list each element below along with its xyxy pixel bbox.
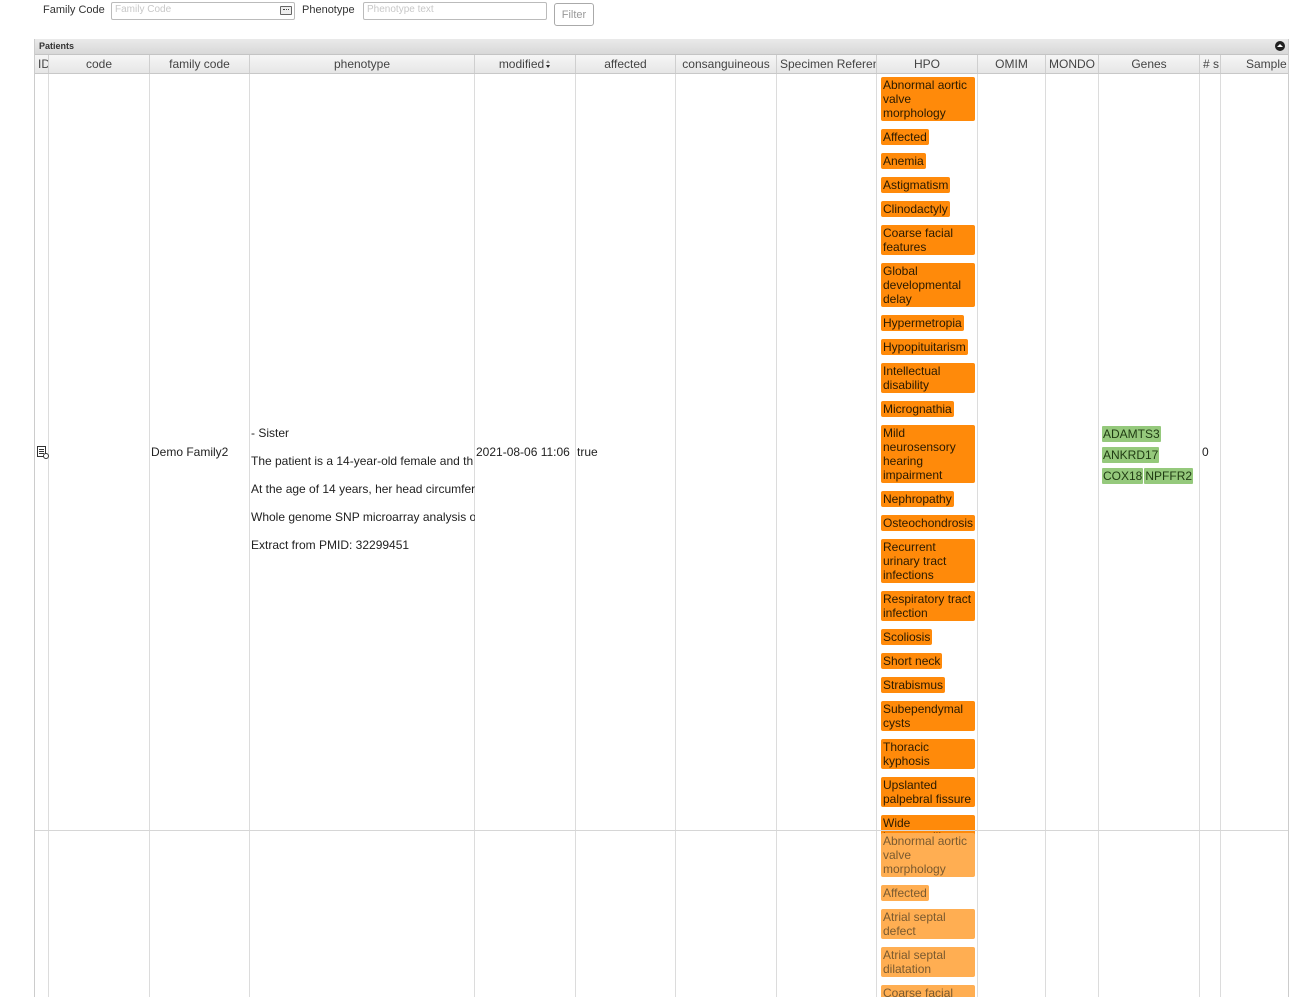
hpo-tag[interactable]: Global developmental delay: [881, 263, 975, 307]
phenotype-cell: - Sister The patient is a 14-year-old fe…: [251, 426, 475, 566]
gene-tag[interactable]: NPFFR2: [1144, 468, 1194, 484]
phenotype-line: - Sister: [251, 426, 290, 440]
family-code-placeholder: Family Code: [115, 4, 172, 15]
hpo-tag[interactable]: Strabismus: [881, 677, 946, 693]
column-header-omim[interactable]: OMIM: [978, 55, 1046, 73]
gene-tag[interactable]: COX18: [1102, 468, 1144, 484]
grid-titlebar: Patients: [35, 39, 1288, 55]
hpo-tag[interactable]: Abnormal aortic valve morphology: [881, 833, 975, 877]
column-header-row: ID code family code phenotype modified a…: [35, 55, 1288, 74]
column-header-id[interactable]: ID: [35, 55, 49, 73]
phenotype-line: Extract from PMID: 32299451: [251, 538, 410, 552]
column-header-code[interactable]: code: [49, 55, 150, 73]
family-code-label: Family Code: [43, 4, 105, 16]
hpo-tag[interactable]: Subependymal cysts: [881, 701, 975, 731]
phenotype-label: Phenotype: [302, 4, 355, 16]
family-code-cell: Demo Family2: [151, 445, 229, 459]
hpo-tag[interactable]: Coarse facial features: [881, 225, 975, 255]
phenotype-line: At the age of 14 years, her head circumf…: [251, 482, 475, 496]
hpo-tag[interactable]: Intellectual disability: [881, 363, 975, 393]
hpo-tag[interactable]: Hypopituitarism: [881, 339, 968, 355]
column-header-genes[interactable]: Genes: [1099, 55, 1200, 73]
hpo-tag[interactable]: Affected: [881, 129, 929, 145]
phenotype-line: The patient is a 14-year-old female and …: [251, 454, 474, 468]
column-header-hpo[interactable]: HPO: [877, 55, 978, 73]
hpo-cell: Abnormal aortic valve morphology Affecte…: [881, 833, 977, 997]
grid-title: Patients: [39, 41, 75, 51]
column-header-mondo[interactable]: MONDO: [1046, 55, 1099, 73]
column-header-family-code[interactable]: family code: [150, 55, 250, 73]
column-header-num-samples[interactable]: # s: [1200, 55, 1221, 73]
affected-cell: true: [577, 445, 598, 459]
column-header-modified[interactable]: modified: [475, 55, 576, 73]
family-code-input[interactable]: Family Code: [111, 2, 295, 20]
hpo-tag[interactable]: Coarse facial: [881, 985, 975, 997]
hpo-tag[interactable]: Nephropathy: [881, 491, 954, 507]
hpo-tag[interactable]: Upslanted palpebral fissure: [881, 777, 975, 807]
hpo-tag[interactable]: Hypermetropia: [881, 315, 964, 331]
modified-cell: 2021-08-06 11:06: [476, 445, 570, 459]
patients-grid: Patients ID code family code phenotype m…: [34, 39, 1289, 997]
hpo-tag[interactable]: Thoracic kyphosis: [881, 739, 975, 769]
phenotype-line: Whole genome SNP microarray analysis o: [251, 510, 475, 524]
hpo-tag[interactable]: Affected: [881, 885, 929, 901]
phenotype-input[interactable]: Phenotype text: [363, 2, 547, 20]
filter-button[interactable]: Filter: [554, 3, 594, 26]
hpo-tag[interactable]: Abnormal aortic valve morphology: [881, 77, 975, 121]
hpo-tag[interactable]: Recurrent urinary tract infections: [881, 539, 975, 583]
num-samples-cell: 0: [1202, 445, 1209, 459]
column-header-specimen-reference[interactable]: Specimen Reference: [777, 55, 877, 73]
hpo-tag[interactable]: Mild neurosensory hearing impairment: [881, 425, 975, 483]
hpo-tag[interactable]: Micrognathia: [881, 401, 954, 417]
filter-bar: Family Code Family Code Phenotype Phenot…: [0, 0, 1310, 36]
grid-body: Demo Family2 - Sister The patient is a 1…: [35, 74, 1288, 997]
collapse-icon[interactable]: [1275, 41, 1285, 51]
column-header-phenotype[interactable]: phenotype: [250, 55, 475, 73]
hpo-tag[interactable]: Clinodactyly: [881, 201, 950, 217]
view-record-icon[interactable]: [37, 446, 49, 459]
hpo-tag[interactable]: Respiratory tract infection: [881, 591, 975, 621]
hpo-tag[interactable]: Osteochondrosis: [881, 515, 976, 531]
gene-tag[interactable]: ADAMTS3: [1102, 426, 1161, 442]
keyboard-icon[interactable]: [280, 6, 292, 15]
hpo-tag[interactable]: Anemia: [881, 153, 926, 169]
column-header-consanguineous[interactable]: consanguineous: [676, 55, 777, 73]
column-header-affected[interactable]: affected: [576, 55, 676, 73]
hpo-cell: Abnormal aortic valve morphology Affecte…: [881, 77, 977, 867]
genes-cell: ADAMTS3 ANKRD17 COX18 NPFFR2: [1102, 425, 1202, 488]
column-header-sample[interactable]: Sample: [1221, 55, 1288, 73]
hpo-tag[interactable]: Astigmatism: [881, 177, 951, 193]
hpo-tag[interactable]: Scoliosis: [881, 629, 933, 645]
hpo-tag[interactable]: Atrial septal dilatation: [881, 947, 975, 977]
phenotype-placeholder: Phenotype text: [367, 4, 434, 15]
hpo-tag[interactable]: Atrial septal defect: [881, 909, 975, 939]
column-header-modified-label: modified: [498, 57, 545, 71]
hpo-tag[interactable]: Short neck: [881, 653, 943, 669]
sort-icon[interactable]: [546, 60, 551, 69]
gene-tag[interactable]: ANKRD17: [1102, 447, 1160, 463]
